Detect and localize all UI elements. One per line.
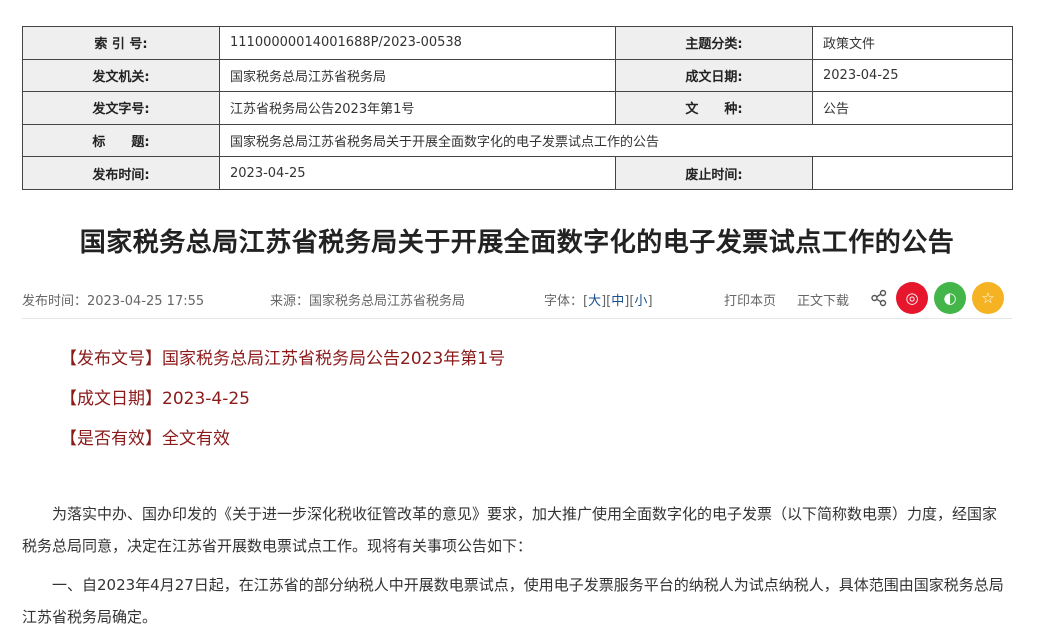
font-size-label: 字体：[	[544, 294, 589, 309]
document-date-value: 2023-04-25	[812, 58, 1013, 93]
attr-validity: 【是否有效】全文有效	[60, 429, 230, 449]
document-metadata-table: 索 引 号: 11100000014001688P/2023-00538 主题分…	[22, 26, 1013, 190]
attr-document-number: 【发布文号】国家税务总局江苏省税务局公告2023年第1号	[60, 349, 506, 369]
publish-time-value: 2023-04-25	[219, 156, 616, 190]
topic-category-value: 政策文件	[812, 26, 1013, 60]
weibo-share-icon[interactable]: ◎	[896, 282, 928, 314]
document-type-label: 文 种:	[615, 91, 813, 125]
favorite-star-icon[interactable]: ☆	[972, 282, 1004, 314]
font-separator: ][	[601, 294, 612, 309]
meta-row-publish: 发布时间: 2023-04-25 废止时间:	[22, 156, 1013, 190]
font-large-link[interactable]: 大	[588, 294, 601, 309]
meta-row-index: 索 引 号: 11100000014001688P/2023-00538 主题分…	[22, 26, 1013, 60]
publish-time-label: 发布时间:	[22, 156, 220, 190]
article-source: 来源：国家税务总局江苏省税务局	[270, 294, 466, 309]
document-date-label: 成文日期:	[615, 58, 813, 93]
index-number-value: 11100000014001688P/2023-00538	[219, 26, 616, 60]
topic-category-label: 主题分类:	[615, 26, 813, 60]
expiry-time-value	[812, 156, 1013, 190]
document-title-label: 标 题:	[22, 123, 220, 158]
font-bracket-close: ]	[647, 294, 653, 309]
issuing-authority-label: 发文机关:	[22, 58, 220, 93]
font-medium-link[interactable]: 中	[611, 294, 624, 309]
meta-row-title: 标 题: 国家税务总局江苏省税务局关于开展全面数字化的电子发票试点工作的公告	[22, 123, 1013, 158]
download-text-link[interactable]: 正文下载	[797, 290, 849, 309]
index-number-label: 索 引 号:	[22, 26, 220, 60]
issuing-authority-value: 国家税务总局江苏省税务局	[219, 58, 616, 93]
document-number-label: 发文字号:	[22, 91, 220, 125]
document-type-value: 公告	[812, 91, 1013, 125]
attr-document-date: 【成文日期】2023-4-25	[60, 389, 250, 409]
document-number-value: 江苏省税务局公告2023年第1号	[219, 91, 616, 125]
body-paragraph-2: 一、自2023年4月27日起，在江苏省的部分纳税人中开展数电票试点，使用电子发票…	[22, 576, 1004, 626]
article-info-bar: 发布时间：2023-04-25 17:55 来源：国家税务总局江苏省税务局 字体…	[22, 282, 1012, 318]
share-icon[interactable]	[870, 289, 888, 307]
meta-row-docno: 发文字号: 江苏省税务局公告2023年第1号 文 种: 公告	[22, 91, 1013, 125]
info-divider	[22, 318, 1012, 319]
publish-time: 发布时间：2023-04-25 17:55	[22, 294, 205, 309]
document-title-value: 国家税务总局江苏省税务局关于开展全面数字化的电子发票试点工作的公告	[219, 123, 1013, 158]
meta-row-issuer: 发文机关: 国家税务总局江苏省税务局 成文日期: 2023-04-25	[22, 58, 1013, 93]
expiry-time-label: 废止时间:	[615, 156, 813, 190]
article-title: 国家税务总局江苏省税务局关于开展全面数字化的电子发票试点工作的公告	[79, 228, 955, 258]
wechat-share-icon[interactable]: ◐	[934, 282, 966, 314]
print-page-link[interactable]: 打印本页	[724, 290, 776, 309]
font-size-controls: 字体：[大][中][小]	[544, 290, 653, 309]
body-paragraph-1: 为落实中办、国办印发的《关于进一步深化税收征管改革的意见》要求，加大推广使用全面…	[22, 505, 998, 555]
font-small-link[interactable]: 小	[634, 294, 647, 309]
font-separator: ][	[624, 294, 635, 309]
